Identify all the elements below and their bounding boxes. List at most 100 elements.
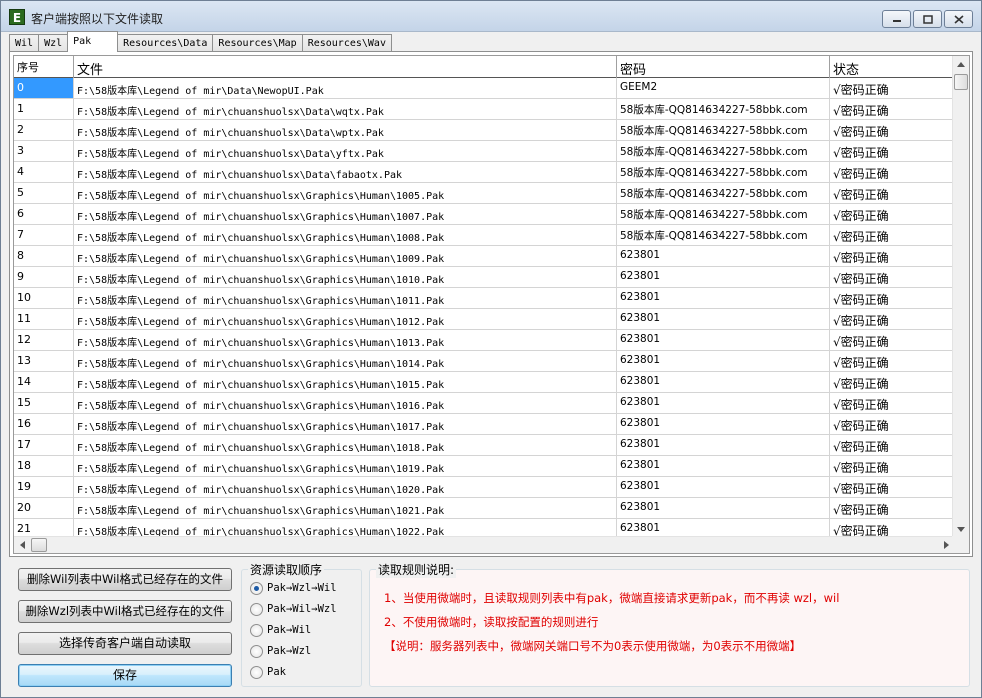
delete-wzl-button[interactable]: 删除Wzl列表中Wil格式已经存在的文件: [18, 600, 232, 623]
table-row[interactable]: 14 F:\58版本库\Legend of mir\chuanshuolsx\Gr…: [14, 372, 954, 393]
table-row[interactable]: 12 F:\58版本库\Legend of mir\chuanshuolsx\Gr…: [14, 330, 954, 351]
chevron-down-icon: [957, 527, 965, 532]
read-order-option[interactable]: Pak→Wzl: [250, 643, 311, 659]
cell-password: 623801: [617, 414, 830, 434]
cell-status: √密码正确: [833, 335, 889, 349]
read-order-option[interactable]: Pak→Wil→Wzl: [250, 601, 337, 617]
radio-button[interactable]: [250, 665, 263, 679]
radio-button[interactable]: [250, 623, 263, 637]
tab-strip: Wil Wzl Pak Resources\Data Resources\Map Reso…: [9, 31, 392, 52]
horizontal-scrollbar[interactable]: [14, 536, 954, 553]
window-title: 客户端按照以下文件读取: [31, 12, 164, 26]
cell-password: 58版本库-QQ814634227-58bbk.com: [617, 162, 830, 182]
radio-button[interactable]: [250, 581, 263, 595]
cell-index: 18: [14, 456, 74, 476]
cell-status: √密码正确: [833, 83, 889, 97]
title-bar[interactable]: E 客户端按照以下文件读取: [1, 1, 981, 32]
cell-status: √密码正确: [833, 440, 889, 454]
chevron-left-icon: [19, 541, 25, 549]
cell-file: F:\58版本库\Legend of mir\chuanshuolsx\Data…: [74, 162, 617, 182]
table-row[interactable]: 15 F:\58版本库\Legend of mir\chuanshuolsx\Gr…: [14, 393, 954, 414]
cell-index: 13: [14, 351, 74, 371]
cell-status: √密码正确: [833, 314, 889, 328]
cell-status: √密码正确: [833, 251, 889, 265]
cell-index: 3: [14, 141, 74, 161]
table-row[interactable]: 13 F:\58版本库\Legend of mir\chuanshuolsx\Gr…: [14, 351, 954, 372]
header-status[interactable]: 状态: [830, 56, 954, 78]
scroll-up-arrow[interactable]: [953, 56, 969, 73]
tab-wil[interactable]: Wil: [9, 34, 40, 52]
table-row[interactable]: 8 F:\58版本库\Legend of mir\chuanshuolsx\Gra…: [14, 246, 954, 267]
read-order-option[interactable]: Pak: [250, 664, 286, 680]
minimize-button[interactable]: [882, 10, 911, 28]
cell-index: 0: [14, 78, 74, 98]
read-order-option[interactable]: Pak→Wil: [250, 622, 311, 638]
radio-button[interactable]: [250, 644, 263, 658]
table-row[interactable]: 6 F:\58版本库\Legend of mir\chuanshuolsx\Gra…: [14, 204, 954, 225]
table-row[interactable]: 16 F:\58版本库\Legend of mir\chuanshuolsx\Gr…: [14, 414, 954, 435]
read-order-option[interactable]: Pak→Wzl→Wil: [250, 580, 337, 596]
cell-password: 623801: [617, 435, 830, 455]
header-password[interactable]: 密码: [617, 56, 830, 78]
table-row[interactable]: 11 F:\58版本库\Legend of mir\chuanshuolsx\Gr…: [14, 309, 954, 330]
cell-index: 8: [14, 246, 74, 266]
header-file[interactable]: 文件: [74, 56, 617, 78]
cell-password: 58版本库-QQ814634227-58bbk.com: [617, 141, 830, 161]
tab-panel: 序号 文件 密码 状态 0 F:\58版本库\Legend of mir\Data…: [9, 51, 973, 557]
table-row[interactable]: 5 F:\58版本库\Legend of mir\chuanshuolsx\Gra…: [14, 183, 954, 204]
table-row[interactable]: 7 F:\58版本库\Legend of mir\chuanshuolsx\Gra…: [14, 225, 954, 246]
cell-file: F:\58版本库\Legend of mir\chuanshuolsx\Data…: [74, 99, 617, 119]
grid-header: 序号 文件 密码 状态: [14, 56, 954, 78]
table-row[interactable]: 2 F:\58版本库\Legend of mir\chuanshuolsx\Dat…: [14, 120, 954, 141]
vertical-scrollbar[interactable]: [952, 56, 969, 538]
cell-password: 58版本库-QQ814634227-58bbk.com: [617, 204, 830, 224]
cell-password: 623801: [617, 288, 830, 308]
cell-index: 2: [14, 120, 74, 140]
save-button[interactable]: 保存: [18, 664, 232, 687]
cell-status: √密码正确: [833, 230, 889, 244]
table-row[interactable]: 1 F:\58版本库\Legend of mir\chuanshuolsx\Dat…: [14, 99, 954, 120]
cell-index: 6: [14, 204, 74, 224]
cell-file: F:\58版本库\Legend of mir\chuanshuolsx\Data…: [74, 120, 617, 140]
cell-file: F:\58版本库\Legend of mir\chuanshuolsx\Grap…: [74, 435, 617, 455]
horizontal-scroll-thumb[interactable]: [31, 538, 47, 552]
scroll-left-arrow[interactable]: [14, 537, 30, 553]
cell-index: 10: [14, 288, 74, 308]
table-row[interactable]: 17 F:\58版本库\Legend of mir\chuanshuolsx\Gr…: [14, 435, 954, 456]
radio-label: Pak: [267, 666, 286, 678]
cell-password: 623801: [617, 393, 830, 413]
grid-rows: 0 F:\58版本库\Legend of mir\Data\NewopUI.Pak…: [14, 78, 954, 540]
tab-resources-map[interactable]: Resources\Map: [212, 34, 303, 52]
header-index[interactable]: 序号: [14, 56, 74, 78]
table-row[interactable]: 10 F:\58版本库\Legend of mir\chuanshuolsx\Gr…: [14, 288, 954, 309]
tab-wzl[interactable]: Wzl: [38, 34, 69, 52]
select-client-button[interactable]: 选择传奇客户端自动读取: [18, 632, 232, 655]
cell-password: 623801: [617, 309, 830, 329]
delete-wil-button[interactable]: 删除Wil列表中Wil格式已经存在的文件: [18, 568, 232, 591]
close-button[interactable]: [944, 10, 973, 28]
radio-button[interactable]: [250, 602, 263, 616]
table-row[interactable]: 20 F:\58版本库\Legend of mir\chuanshuolsx\Gr…: [14, 498, 954, 519]
vertical-scroll-thumb[interactable]: [954, 74, 968, 90]
table-row[interactable]: 4 F:\58版本库\Legend of mir\chuanshuolsx\Dat…: [14, 162, 954, 183]
cell-status: √密码正确: [833, 461, 889, 475]
table-row[interactable]: 19 F:\58版本库\Legend of mir\chuanshuolsx\Gr…: [14, 477, 954, 498]
rule-line-1: 1、当使用微端时，且读取规则列表中有pak，微端直接请求更新pak，而不再读 w…: [384, 591, 840, 605]
cell-password: 623801: [617, 246, 830, 266]
maximize-button[interactable]: [913, 10, 942, 28]
tab-resources-data[interactable]: Resources\Data: [117, 34, 214, 52]
cell-password: GEEM2: [617, 78, 830, 98]
cell-password: 623801: [617, 351, 830, 371]
tab-resources-wav[interactable]: Resources\Wav: [301, 34, 392, 52]
table-row[interactable]: 9 F:\58版本库\Legend of mir\chuanshuolsx\Gra…: [14, 267, 954, 288]
read-order-group: 资源读取顺序 Pak→Wzl→Wil Pak→Wil→Wzl Pak→Wil Pak→…: [241, 561, 362, 687]
cell-status: √密码正确: [833, 125, 889, 139]
tab-pak[interactable]: Pak: [67, 31, 119, 52]
cell-status: √密码正确: [833, 377, 889, 391]
chevron-right-icon: [943, 541, 949, 549]
table-row[interactable]: 18 F:\58版本库\Legend of mir\chuanshuolsx\Gr…: [14, 456, 954, 477]
table-row[interactable]: 3 F:\58版本库\Legend of mir\chuanshuolsx\Dat…: [14, 141, 954, 162]
table-row[interactable]: 0 F:\58版本库\Legend of mir\Data\NewopUI.Pak…: [14, 78, 954, 99]
scroll-corner: [952, 536, 969, 553]
file-grid[interactable]: 序号 文件 密码 状态 0 F:\58版本库\Legend of mir\Data…: [13, 55, 970, 554]
